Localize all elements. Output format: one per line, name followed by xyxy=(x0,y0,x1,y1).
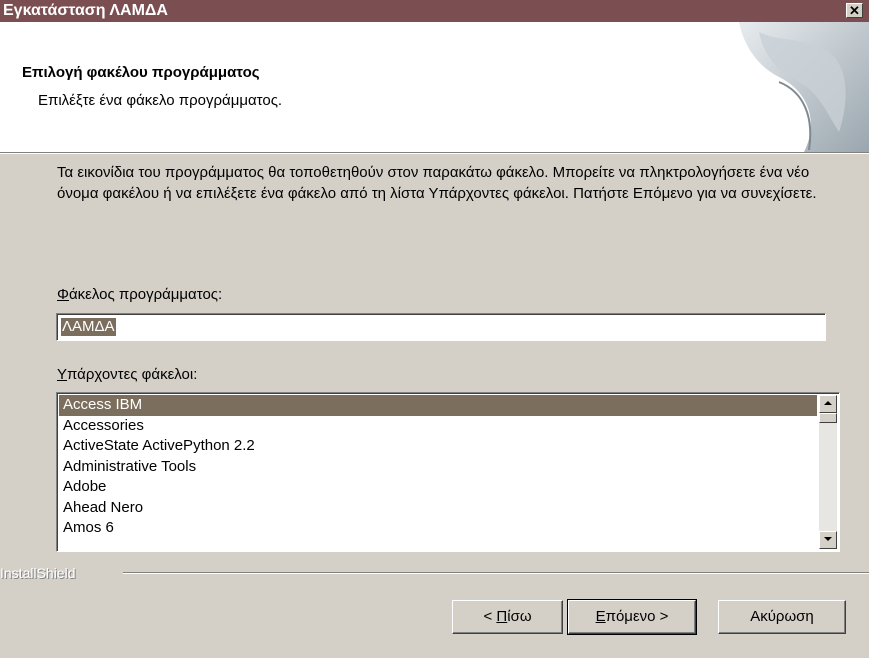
list-item[interactable]: Accessories xyxy=(59,416,817,437)
program-folder-value: ΛΑΜΔΑ xyxy=(61,318,116,336)
window-title: Εγκατάσταση ΛΑΜΔΑ xyxy=(3,2,168,19)
existing-folders-list[interactable]: Access IBM Accessories ActiveState ActiveP… xyxy=(56,392,840,552)
next-button[interactable]: Επόμενο > xyxy=(567,599,697,635)
arrow-down-icon xyxy=(824,537,832,541)
separator xyxy=(123,572,869,574)
back-button[interactable]: < Πίσω xyxy=(452,600,563,634)
list-item[interactable]: ActiveState ActivePython 2.2 xyxy=(59,436,817,457)
list-items: Access IBM Accessories ActiveState ActiveP… xyxy=(59,395,817,539)
list-item[interactable]: Adobe xyxy=(59,477,817,498)
title-bar[interactable]: Εγκατάσταση ΛΑΜΔΑ ✕ xyxy=(0,0,869,22)
list-item[interactable]: Administrative Tools xyxy=(59,457,817,478)
installer-window: Εγκατάσταση ΛΑΜΔΑ ✕ Επιλογή φακέλου προγ… xyxy=(0,0,869,658)
arrow-up-icon xyxy=(824,401,832,405)
close-button[interactable]: ✕ xyxy=(846,3,863,18)
scroll-up-button[interactable] xyxy=(819,395,837,413)
page-subtitle: Επιλέξτε ένα φάκελο προγράμματος. xyxy=(38,92,283,109)
page-title: Επιλογή φακέλου προγράμματος xyxy=(22,64,260,81)
installshield-logo-icon xyxy=(739,22,869,152)
close-icon: ✕ xyxy=(849,3,860,18)
list-item[interactable]: Access IBM xyxy=(59,395,817,416)
list-item[interactable]: Amos 6 xyxy=(59,518,817,539)
scroll-thumb[interactable] xyxy=(819,413,837,423)
installshield-brand: InstallShield xyxy=(0,565,76,581)
scroll-down-button[interactable] xyxy=(819,531,837,549)
instructions-text: Τα εικονίδια του προγράμματος θα τοποθετ… xyxy=(57,164,817,202)
cancel-button[interactable]: Ακύρωση xyxy=(718,600,846,634)
existing-folders-label: Υπάρχοντες φάκελοι: xyxy=(57,366,198,383)
list-item[interactable]: Ahead Nero xyxy=(59,498,817,519)
vertical-scrollbar[interactable] xyxy=(819,395,837,549)
program-folder-label: Φάκελος προγράμματος: xyxy=(57,286,223,303)
program-folder-input[interactable]: ΛΑΜΔΑ xyxy=(56,313,826,341)
wizard-header: Επιλογή φακέλου προγράμματος Επιλέξτε έν… xyxy=(0,22,869,153)
